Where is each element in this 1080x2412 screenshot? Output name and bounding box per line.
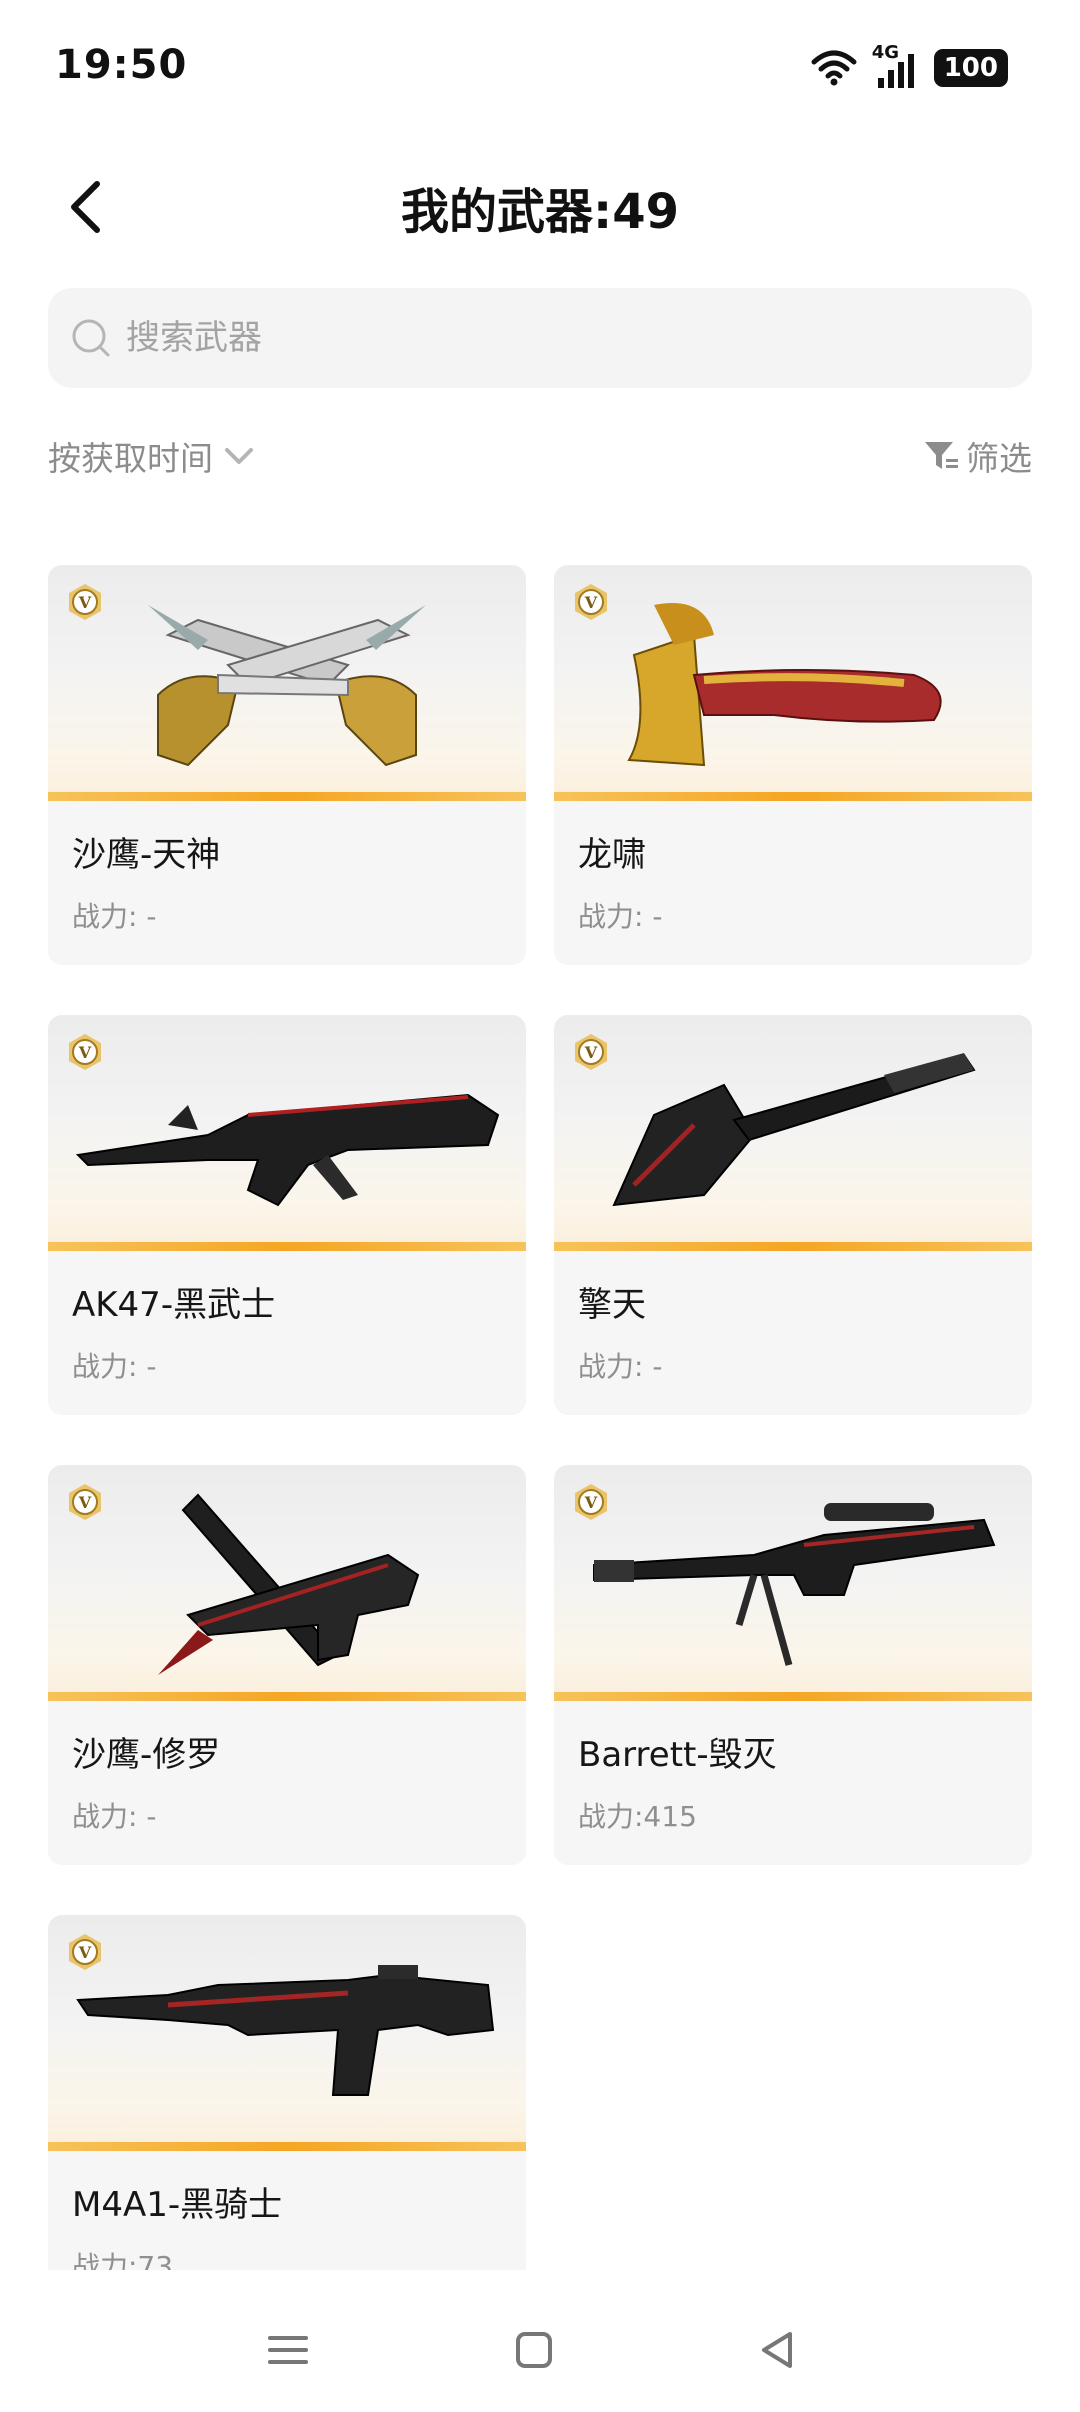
golden-dragon-axe-icon — [627, 603, 942, 767]
m4a1-black-rifle-icon — [76, 1965, 495, 2096]
weapon-power: 战力: - — [72, 900, 157, 933]
filter-button[interactable]: 筛选 — [922, 432, 1032, 480]
sort-dropdown[interactable]: 按获取时间 — [48, 432, 257, 480]
ak47-black-rifle-icon — [75, 1093, 500, 1207]
header: 我的武器:49 — [0, 150, 1080, 260]
signal-icon: 4G — [872, 42, 920, 90]
home-square-icon — [516, 2332, 552, 2368]
dark-desert-eagle-knife-icon — [158, 1493, 420, 1675]
home-button[interactable] — [504, 2320, 564, 2380]
svg-text:V: V — [78, 1943, 92, 1962]
weapon-name: 沙鹰-修罗 — [72, 1735, 221, 1775]
weapon-power: 战力: - — [578, 1350, 663, 1383]
filter-icon — [925, 442, 958, 469]
dual-desert-eagle-gold-icon — [148, 605, 426, 767]
weapon-card[interactable]: V Barrett-毁灭 战力:415 — [554, 1465, 1032, 1865]
vip-badge-icon: V — [575, 1484, 607, 1520]
weapon-name: 沙鹰-天神 — [72, 835, 221, 875]
search-box[interactable] — [48, 288, 1032, 388]
status-bar: 19:50 4G 100 — [0, 0, 1080, 130]
chevron-down-icon — [225, 448, 253, 464]
status-time: 19:50 — [55, 42, 188, 88]
weapon-power: 战力:73 — [72, 2250, 174, 2270]
svg-text:V: V — [584, 1043, 598, 1062]
wifi-icon — [811, 50, 857, 86]
sort-filter-row: 按获取时间 筛选 — [48, 432, 1032, 492]
weapon-power: 战力:415 — [578, 1800, 697, 1833]
page-title: 我的武器:49 — [401, 184, 679, 240]
weapon-image-area: V — [48, 1465, 526, 1701]
back-triangle-icon — [762, 2332, 792, 2368]
search-input[interactable] — [124, 317, 1008, 359]
weapon-name: 擎天 — [578, 1285, 646, 1325]
weapon-image-area: V — [48, 1915, 526, 2151]
vip-badge-icon: V — [575, 1034, 607, 1070]
weapon-image-area: V — [554, 565, 1032, 801]
weapon-power: 战力: - — [578, 900, 663, 933]
weapon-card[interactable]: V AK47-黑武士 战力: - — [48, 1015, 526, 1415]
svg-text:V: V — [78, 593, 92, 612]
weapon-name: Barrett-毁灭 — [578, 1735, 777, 1775]
svg-text:V: V — [78, 1043, 92, 1062]
weapon-name: AK47-黑武士 — [72, 1285, 276, 1325]
weapon-image-area: V — [554, 1465, 1032, 1701]
weapon-card[interactable]: V 龙啸 战力: - — [554, 565, 1032, 965]
back-nav-button[interactable] — [748, 2320, 808, 2380]
search-icon — [72, 319, 110, 357]
vip-badge-icon: V — [69, 1484, 101, 1520]
battery-indicator: 100 — [933, 49, 1008, 87]
status-icons: 4G 100 — [810, 42, 1008, 90]
menu-icon — [268, 2336, 308, 2364]
weapon-image-area: V — [554, 1015, 1032, 1251]
weapon-card[interactable]: V M4A1-黑骑士 战力:73 — [48, 1915, 526, 2270]
vip-badge-icon: V — [69, 1934, 101, 1970]
vip-badge-icon: V — [69, 584, 101, 620]
barrett-sniper-icon — [593, 1503, 996, 1666]
weapon-name: 龙啸 — [578, 835, 646, 875]
svg-text:V: V — [78, 1493, 92, 1512]
weapon-card[interactable]: V 沙鹰-修罗 战力: - — [48, 1465, 526, 1865]
weapon-name: M4A1-黑骑士 — [72, 2185, 283, 2225]
black-shovel-icon — [612, 1053, 976, 1207]
weapon-grid: V 沙鹰-天神 战力: - V 龙啸 战力: - V AK47-黑武士 战力: … — [48, 565, 1032, 2270]
vip-badge-icon: V — [575, 584, 607, 620]
svg-text:V: V — [584, 1493, 598, 1512]
weapon-power: 战力: - — [72, 1350, 157, 1383]
menu-button[interactable] — [258, 2320, 318, 2380]
weapon-card[interactable]: V 沙鹰-天神 战力: - — [48, 565, 526, 965]
weapon-image-area: V — [48, 1015, 526, 1251]
sort-label: 按获取时间 — [48, 439, 213, 478]
filter-label: 筛选 — [966, 439, 1032, 478]
weapon-image-area: V — [48, 565, 526, 801]
weapon-card[interactable]: V 擎天 战力: - — [554, 1015, 1032, 1415]
vip-badge-icon: V — [69, 1034, 101, 1070]
weapon-power: 战力: - — [72, 1800, 157, 1833]
system-nav-bar — [0, 2290, 1080, 2412]
svg-text:V: V — [584, 593, 598, 612]
